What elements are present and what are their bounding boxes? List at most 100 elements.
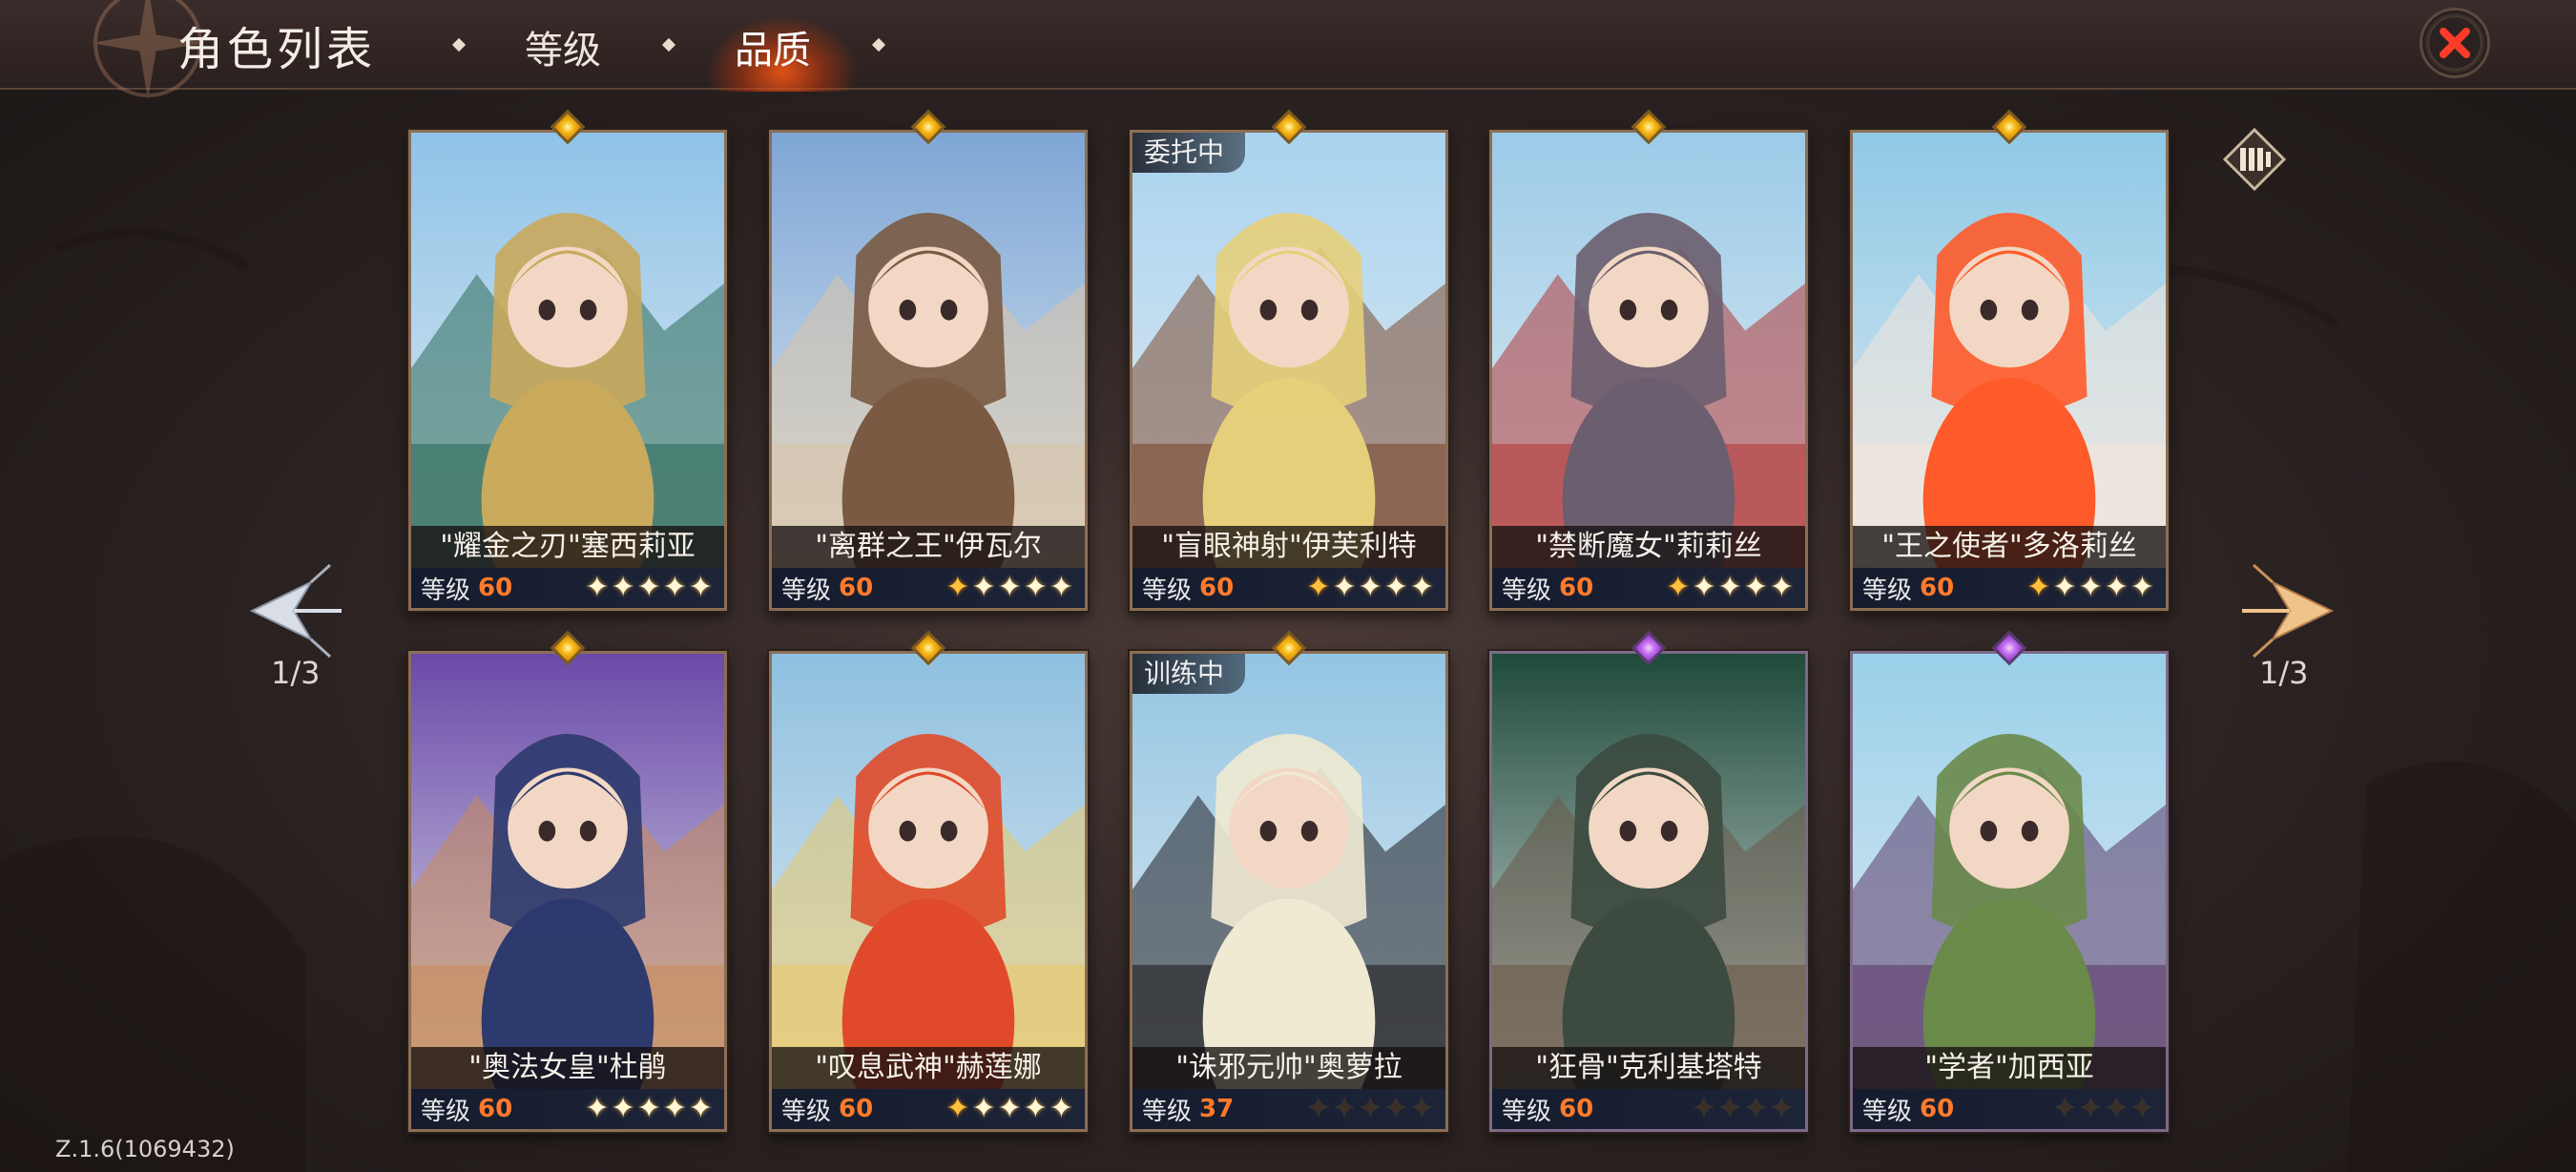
level-label: 等级 <box>781 576 832 605</box>
character-info-bar: 等级 37 ✦✦✦✦✦ <box>1132 1089 1445 1129</box>
page-title: 角色列表 <box>177 23 377 76</box>
star-icon: ✦ <box>997 571 1024 604</box>
level-value: 37 <box>1199 1095 1235 1123</box>
page-indicator-right: 1/3 <box>2259 655 2309 691</box>
star-icon: ✦ <box>1769 1092 1796 1125</box>
character-card[interactable]: "离群之王"伊瓦尔等级 60 ✦✦✦✦✦ <box>769 130 1088 611</box>
star-icon: ✦ <box>1332 571 1359 604</box>
character-card[interactable]: "奥法女皇"杜鹃 等级 60 ✦✦✦✦✦ <box>408 651 727 1132</box>
star-icon: ✦ <box>1049 1092 1075 1125</box>
star-icon: ✦ <box>1358 1092 1384 1125</box>
star-icon: ✦ <box>2129 571 2156 604</box>
character-info-bar: 等级 60 ✦✦✦✦✦ <box>1853 568 2166 608</box>
star-icon: ✦ <box>662 1092 689 1125</box>
level-value: 60 <box>1559 574 1594 602</box>
level-label: 等级 <box>1502 576 1552 605</box>
character-info-bar: 等级 60 ✦✦✦✦ <box>1492 1089 1805 1129</box>
character-name: "叹息武神"赫莲娜 <box>772 1047 1085 1089</box>
level-value: 60 <box>478 1095 513 1123</box>
star-icon: ✦ <box>1666 571 1693 604</box>
tab-level[interactable]: 等级 <box>525 19 601 74</box>
star-icon: ✦ <box>1383 1092 1410 1125</box>
star-rating: ✦✦✦✦✦ <box>945 568 1075 608</box>
level-label: 等级 <box>781 1097 832 1126</box>
star-icon: ✦ <box>1358 571 1384 604</box>
star-icon: ✦ <box>1692 1092 1718 1125</box>
star-icon: ✦ <box>945 1092 972 1125</box>
level-label: 等级 <box>421 1097 471 1126</box>
star-icon: ✦ <box>1049 571 1075 604</box>
character-card[interactable]: "王之使者"多洛莉丝 等级 60 ✦✦✦✦✦ <box>1850 130 2169 611</box>
character-name: "盲眼神射"伊芙利特 <box>1132 526 1445 568</box>
star-icon: ✦ <box>1306 1092 1333 1125</box>
level-value: 60 <box>839 1095 874 1123</box>
filter-icon[interactable] <box>2221 126 2288 193</box>
level-value: 60 <box>1199 574 1235 602</box>
character-info-bar: 等级 60 ✦✦✦✦✦ <box>772 568 1085 608</box>
level-label: 等级 <box>421 576 471 605</box>
star-icon: ✦ <box>2052 1092 2079 1125</box>
character-info-bar: 等级 60 ✦✦✦✦ <box>1853 1089 2166 1129</box>
level-value: 60 <box>478 574 513 602</box>
page-indicator-left: 1/3 <box>271 655 321 691</box>
star-icon: ✦ <box>662 571 689 604</box>
star-rating: ✦✦✦✦✦ <box>1306 1089 1436 1129</box>
character-name: "诛邪元帅"奥萝拉 <box>1132 1047 1445 1089</box>
level-label: 等级 <box>1502 1097 1552 1126</box>
character-card[interactable]: "狂骨"克利基塔特 等级 60 ✦✦✦✦ <box>1489 651 1808 1132</box>
character-name: "狂骨"克利基塔特 <box>1492 1047 1805 1089</box>
next-page-arrow-icon[interactable] <box>2234 563 2339 659</box>
level-label: 等级 <box>1142 1097 1193 1126</box>
character-info-bar: 等级 60 ✦✦✦✦✦ <box>411 1089 724 1129</box>
star-rating: ✦✦✦✦✦ <box>2026 568 2156 608</box>
star-icon: ✦ <box>997 1092 1024 1125</box>
star-icon: ✦ <box>1306 571 1333 604</box>
star-icon: ✦ <box>688 571 715 604</box>
character-card[interactable]: 委托中 "盲眼神射"伊芙利特 等级 60 ✦✦✦✦✦ <box>1130 130 1448 611</box>
star-icon: ✦ <box>585 571 612 604</box>
star-icon: ✦ <box>2026 571 2053 604</box>
character-card[interactable]: "耀金之刃"塞西莉亚等级 60 ✦✦✦✦✦ <box>408 130 727 611</box>
tab-separator <box>871 37 886 52</box>
close-button[interactable] <box>2420 8 2490 78</box>
star-icon: ✦ <box>1743 571 1770 604</box>
prev-page-arrow-icon[interactable] <box>244 563 349 659</box>
character-info-bar: 等级 60 ✦✦✦✦✦ <box>411 568 724 608</box>
star-icon: ✦ <box>1332 1092 1359 1125</box>
level-value: 60 <box>1559 1095 1594 1123</box>
status-tag: 委托中 <box>1132 133 1246 173</box>
star-icon: ✦ <box>971 571 998 604</box>
star-rating: ✦✦✦✦✦ <box>1666 568 1796 608</box>
star-icon: ✦ <box>1409 571 1436 604</box>
character-name: "离群之王"伊瓦尔 <box>772 526 1085 568</box>
level-value: 60 <box>839 574 874 602</box>
star-rating: ✦✦✦✦✦ <box>585 568 715 608</box>
character-info-bar: 等级 60 ✦✦✦✦✦ <box>1132 568 1445 608</box>
star-icon: ✦ <box>1383 571 1410 604</box>
star-icon: ✦ <box>1743 1092 1770 1125</box>
character-card[interactable]: "禁断魔女"莉莉丝 等级 60 ✦✦✦✦✦ <box>1489 130 1808 611</box>
character-info-bar: 等级 60 ✦✦✦✦✦ <box>1492 568 1805 608</box>
character-name: "耀金之刃"塞西莉亚 <box>411 526 724 568</box>
level-label: 等级 <box>1862 576 1913 605</box>
character-card[interactable]: "学者"加西亚 等级 60 ✦✦✦✦ <box>1850 651 2169 1132</box>
tab-quality[interactable]: 品质 <box>735 19 811 74</box>
star-icon: ✦ <box>585 1092 612 1125</box>
version-label: Z.1.6(1069432) <box>55 1136 235 1162</box>
star-icon: ✦ <box>1023 571 1049 604</box>
star-icon: ✦ <box>611 571 637 604</box>
star-icon: ✦ <box>611 1092 637 1125</box>
star-icon: ✦ <box>1769 571 1796 604</box>
character-card[interactable]: "叹息武神"赫莲娜 等级 60 ✦✦✦✦✦ <box>769 651 1088 1132</box>
level-value: 60 <box>1920 1095 1955 1123</box>
character-name: "王之使者"多洛莉丝 <box>1853 526 2166 568</box>
star-icon: ✦ <box>2129 1092 2156 1125</box>
level-label: 等级 <box>1862 1097 1913 1126</box>
character-card[interactable]: 训练中 "诛邪元帅"奥萝拉 等级 37 ✦✦✦✦✦ <box>1130 651 1448 1132</box>
level-label: 等级 <box>1142 576 1193 605</box>
star-icon: ✦ <box>1023 1092 1049 1125</box>
star-rating: ✦✦✦✦✦ <box>1306 568 1436 608</box>
star-icon: ✦ <box>688 1092 715 1125</box>
star-icon: ✦ <box>971 1092 998 1125</box>
star-icon: ✦ <box>1692 571 1718 604</box>
